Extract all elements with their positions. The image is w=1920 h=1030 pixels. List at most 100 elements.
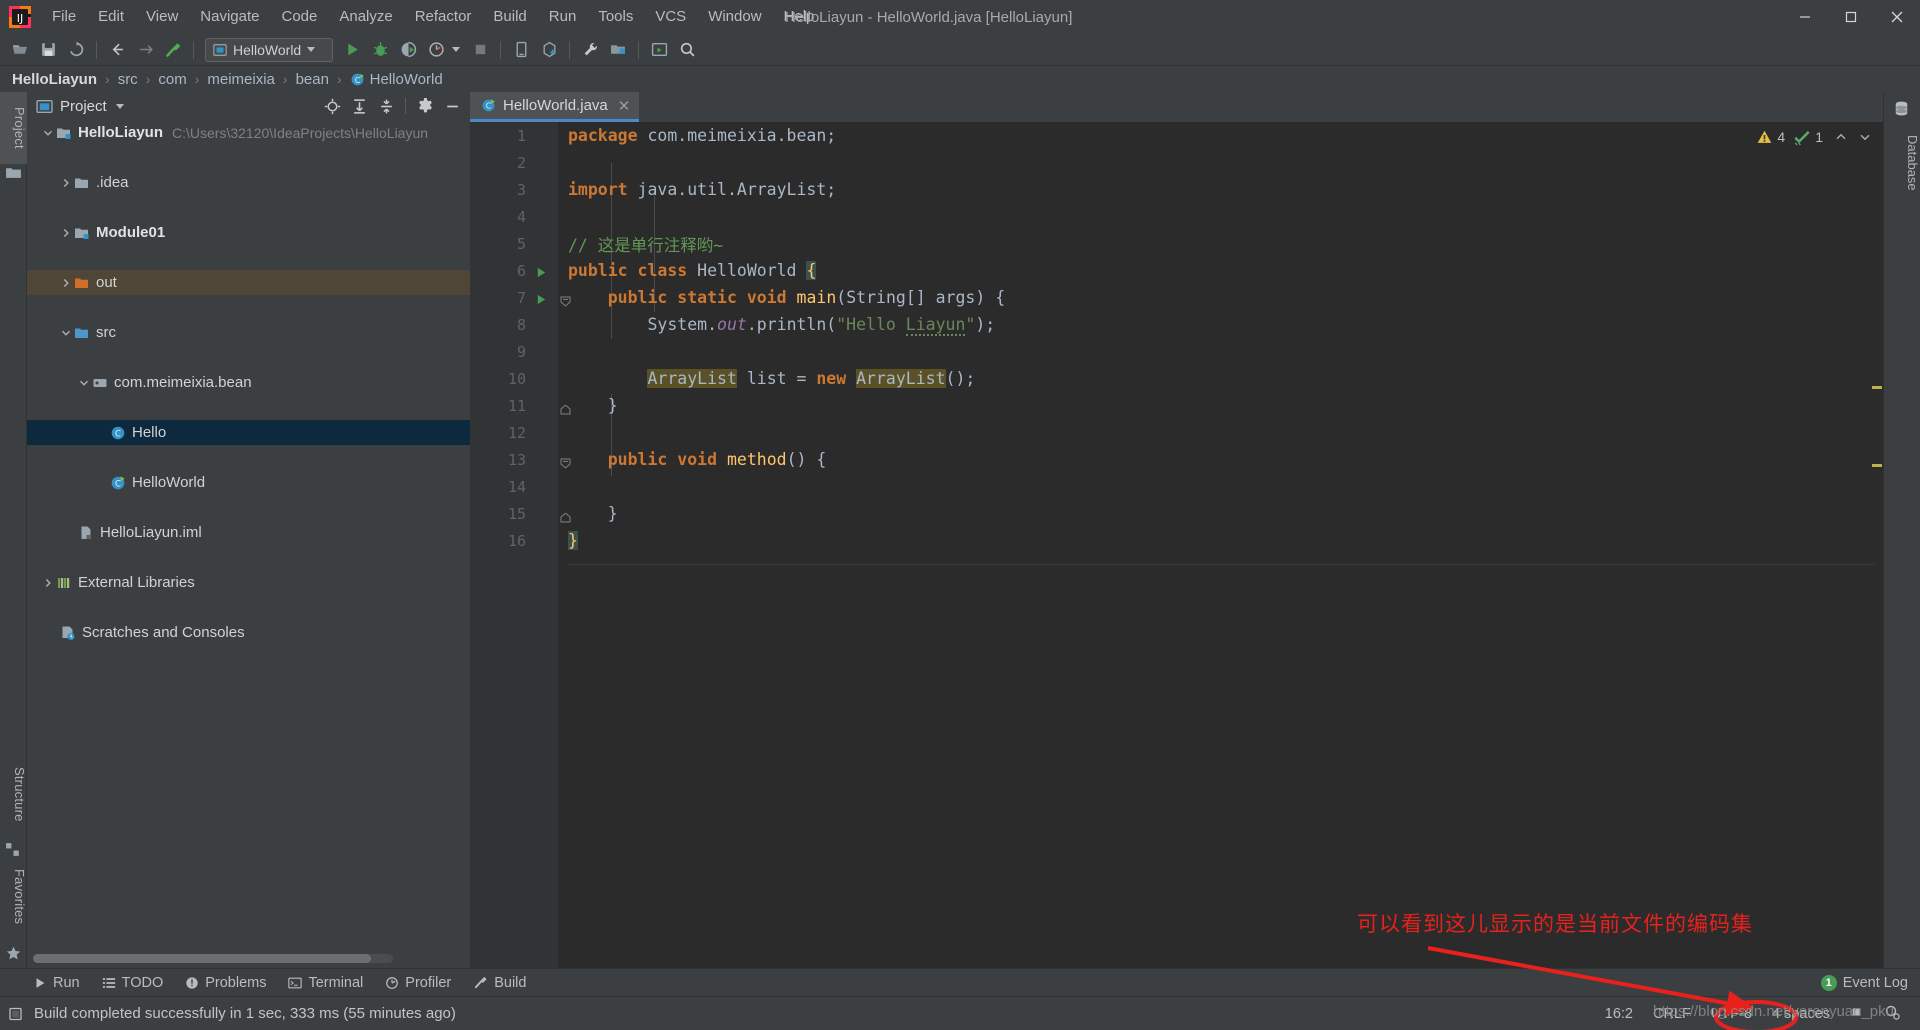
tool-window-build[interactable]: Build [462,973,537,993]
breadcrumb-item-meimeixia[interactable]: meimeixia [207,71,275,88]
tree-row-helloworld[interactable]: C HelloWorld [27,470,470,495]
panel-settings-button[interactable] [413,95,437,117]
build-project-button[interactable] [159,37,187,63]
project-panel-horizontal-scrollbar[interactable] [33,954,393,963]
sidebar-tab-database[interactable]: Database [1883,120,1920,206]
debug-button[interactable] [366,37,394,63]
menu-navigate[interactable]: Navigate [189,3,270,31]
tree-row-external-libraries[interactable]: External Libraries [27,570,470,595]
tool-window-todo[interactable]: TODO [91,973,175,993]
hide-panel-button[interactable] [440,95,464,117]
breadcrumb-item-project[interactable]: HelloLiayun [12,71,97,88]
menu-code[interactable]: Code [270,3,328,31]
tool-window-terminal[interactable]: Terminal [277,973,374,993]
maximize-button[interactable] [1828,0,1874,34]
code-line: 6 public class HelloWorld { [470,257,1883,284]
editor-marker-strip[interactable] [1871,152,1883,968]
menu-refactor[interactable]: Refactor [404,3,483,31]
collapse-all-button[interactable] [374,95,398,117]
save-all-button[interactable] [34,37,62,63]
menu-edit[interactable]: Edit [87,3,135,31]
run-configuration-selector[interactable]: HelloWorld [205,37,333,62]
code-editor[interactable]: 1 package com.meimeixia.bean; 2 3 import… [470,122,1883,968]
tree-row-module01[interactable]: Module01 [27,220,470,245]
chevron-right-icon[interactable] [41,576,55,590]
menu-build[interactable]: Build [482,3,537,31]
open-folder-button[interactable] [6,37,34,63]
run-button[interactable] [338,37,366,63]
console-icon[interactable] [8,1006,24,1022]
breadcrumb-item-com[interactable]: com [158,71,186,88]
caret-position[interactable]: 16:2 [1595,1003,1643,1025]
tree-row-src[interactable]: src [27,320,470,345]
close-icon[interactable]: ✕ [618,97,631,115]
svg-text:C: C [354,75,360,84]
tree-row-hello[interactable]: C Hello [27,420,470,445]
breadcrumb-item-bean[interactable]: bean [296,71,329,88]
close-button[interactable] [1874,0,1920,34]
menu-run-label: Run [548,8,577,25]
back-button[interactable] [103,37,131,63]
stop-button[interactable] [466,37,494,63]
menu-tools[interactable]: Tools [587,3,644,31]
hammer-icon [475,976,487,989]
tree-row-scratches[interactable]: Scratches and Consoles [27,620,470,645]
project-tree[interactable]: HelloLiayun C:\Users\32120\IdeaProjects\… [27,120,470,946]
run-with-coverage-button[interactable] [394,37,422,63]
menu-analyze[interactable]: Analyze [328,3,403,31]
sidebar-tab-project[interactable]: Project [0,92,27,164]
code-line: 14 [470,473,1883,500]
profile-dropdown-icon[interactable] [452,47,460,52]
scrollbar-thumb[interactable] [33,954,371,963]
run-gutter-icon[interactable] [535,264,549,278]
tool-window-problems[interactable]: Problems [174,973,277,993]
run-gutter-icon[interactable] [535,291,549,305]
editor-tab-helloworld[interactable]: C HelloWorld.java ✕ [470,92,640,122]
minimize-button[interactable] [1782,0,1828,34]
tree-row-idea[interactable]: .idea [27,170,470,195]
search-everywhere-button[interactable] [673,37,701,63]
tool-window-profiler[interactable]: Profiler [374,973,462,993]
chevron-down-icon[interactable] [41,126,55,140]
chevron-right-icon[interactable] [59,226,73,240]
tree-row-package[interactable]: com.meimeixia.bean [27,370,470,395]
tree-row-iml[interactable]: HelloLiayun.iml [27,520,470,545]
sync-button[interactable] [62,37,90,63]
project-structure-button[interactable] [604,37,632,63]
next-problem-button[interactable] [1855,127,1875,147]
menu-window[interactable]: Window [697,3,772,31]
marker[interactable] [1872,386,1882,389]
chevron-down-icon[interactable] [59,326,73,340]
breadcrumb-item-src[interactable]: src [118,71,138,88]
watermark-text: https://blog.csdn.net/yerenyuan_pku [1653,1003,1894,1020]
svg-text:IJ: IJ [17,12,24,25]
tool-window-run[interactable]: Run [22,973,91,993]
settings-button[interactable] [576,37,604,63]
event-log-area[interactable]: 1 Event Log [1820,974,1920,991]
sidebar-tab-favorites[interactable]: Favorites [0,856,27,938]
menu-vcs[interactable]: VCS [644,3,697,31]
scroll-from-source-button[interactable] [320,95,344,117]
chevron-right-icon[interactable] [59,276,73,290]
chevron-right-icon[interactable] [59,176,73,190]
sidebar-tab-structure[interactable]: Structure [0,752,27,836]
profile-button[interactable] [422,37,450,63]
line-number: 16 [507,531,526,550]
select-run-target-icon [651,42,667,57]
forward-button[interactable] [131,37,159,63]
menu-run[interactable]: Run [538,3,588,31]
chevron-down-icon[interactable] [77,376,91,390]
menu-view[interactable]: View [135,3,189,31]
tree-row-out[interactable]: out [27,270,470,295]
menu-file[interactable]: File [41,3,87,31]
expand-all-button[interactable] [347,95,371,117]
breadcrumb-item-class[interactable]: HelloWorld [370,71,443,88]
close-icon [1891,11,1903,23]
tree-row-helloliayun[interactable]: HelloLiayun C:\Users\32120\IdeaProjects\… [27,120,470,145]
update-project-button[interactable] [535,37,563,63]
select-run-target-button[interactable] [645,37,673,63]
device-manager-button[interactable] [507,37,535,63]
chevron-down-icon[interactable] [115,103,124,109]
previous-problem-button[interactable] [1831,127,1851,147]
marker[interactable] [1872,464,1882,467]
